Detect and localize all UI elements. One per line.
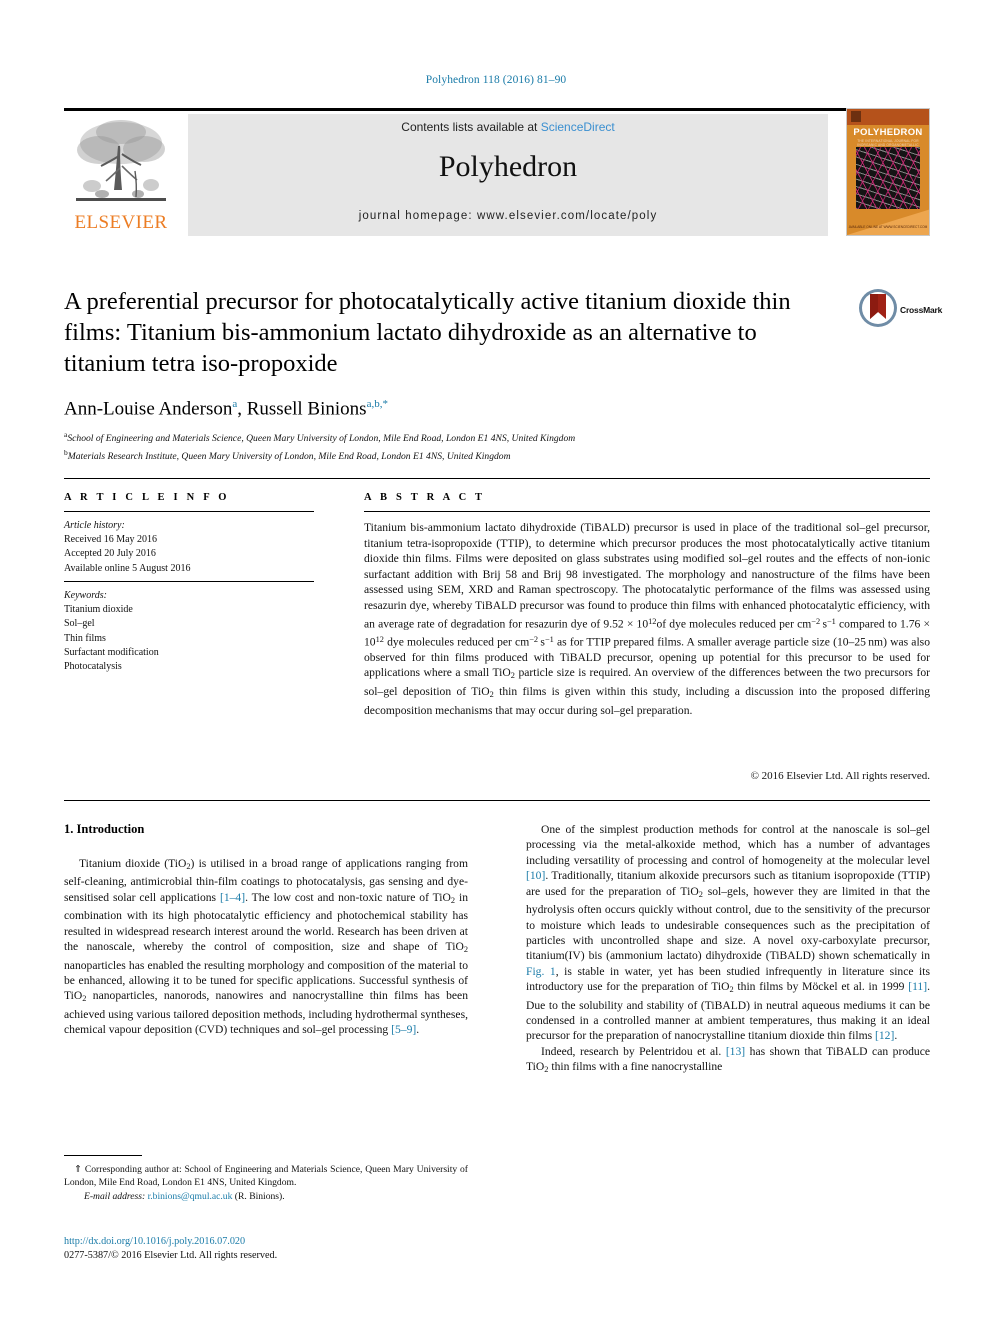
citation-link[interactable]: [1–4]: [220, 891, 245, 904]
abstract-heading-rule: [364, 511, 930, 512]
elsevier-wordmark: ELSEVIER: [74, 212, 168, 233]
email-link[interactable]: r.binions@qmul.ac.uk: [148, 1191, 233, 1202]
paragraph: Indeed, research by Pelentridou et al. […: [526, 1044, 930, 1075]
contents-line: Contents lists available at ScienceDirec…: [188, 120, 828, 134]
affiliation-a: aSchool of Engineering and Materials Sci…: [64, 428, 864, 446]
crossmark-label: CrossMark: [900, 305, 943, 315]
journal-homepage-link[interactable]: journal homepage: www.elsevier.com/locat…: [188, 210, 828, 222]
history-accepted: Accepted 20 July 2016: [64, 548, 156, 560]
banner-content: Contents lists available at ScienceDirec…: [188, 114, 828, 236]
crossmark-icon: [859, 289, 897, 327]
cover-footer-text: AVAILABLE ONLINE AT WWW.SCIENCEDIRECT.CO…: [848, 225, 928, 229]
cover-top-band: [847, 109, 929, 125]
author-name-1[interactable]: Ann-Louise Anderson: [64, 398, 232, 419]
keyword-item: Sol–gel: [64, 618, 95, 630]
affiliation-b: bMaterials Research Institute, Queen Mar…: [64, 446, 864, 464]
author-marks-2: a,b,*: [366, 398, 388, 410]
paragraph: One of the simplest production methods f…: [526, 823, 931, 1043]
article-history-label: Article history:: [64, 520, 125, 531]
crossmark-badge[interactable]: CrossMark: [858, 288, 942, 332]
citation-link[interactable]: [12]: [875, 1029, 894, 1042]
section-heading-introduction: 1. Introduction: [64, 822, 145, 836]
journal-article-page: Polyhedron 118 (2016) 81–90 ELSEVIER Con…: [0, 0, 992, 1323]
author-name-2[interactable]: Russell Binions: [247, 398, 367, 419]
keywords-top-rule: [64, 581, 314, 582]
elsevier-logo: ELSEVIER: [66, 116, 176, 234]
author-list: Ann-Louise Andersona, Russell Binionsa,b…: [64, 398, 844, 420]
info-block-bottom-rule: [64, 800, 930, 802]
citation-link[interactable]: [10]: [526, 869, 545, 882]
keywords-block: Keywords: Titanium dioxide Sol–gel Thin …: [64, 589, 314, 674]
citation-link[interactable]: [5–9]: [391, 1023, 416, 1036]
email-label: E-mail address:: [84, 1190, 146, 1202]
page-title: A preferential precursor for photocataly…: [64, 288, 791, 377]
footnote-block: ⇑ Corresponding author at: School of Eng…: [64, 1163, 468, 1203]
info-block-top-rule: [64, 478, 930, 480]
author-separator: ,: [237, 398, 247, 420]
journal-title: Polyhedron: [438, 150, 578, 183]
citation-link[interactable]: [13]: [726, 1045, 745, 1058]
cover-artwork: [856, 147, 920, 209]
sciencedirect-link[interactable]: ScienceDirect: [541, 120, 615, 134]
info-heading-rule: [64, 511, 314, 512]
body-column-left: Titanium dioxide (TiO2) is utilised in a…: [64, 856, 468, 1038]
journal-cover-thumbnail[interactable]: POLYHEDRON THE INTERNATIONAL JOURNAL FOR…: [846, 108, 930, 236]
footnote-rule: [64, 1155, 142, 1157]
elsevier-tree-icon: [76, 120, 166, 201]
abstract-heading: A B S T R A C T: [364, 492, 486, 503]
email-line: E-mail address: r.binions@qmul.ac.uk (R.…: [64, 1190, 468, 1203]
abstract-copyright: © 2016 Elsevier Ltd. All rights reserved…: [750, 770, 930, 782]
doi-link[interactable]: http://dx.doi.org/10.1016/j.poly.2016.07…: [64, 1235, 468, 1249]
keywords-label: Keywords:: [64, 590, 107, 601]
banner-top-rule: [64, 108, 930, 111]
history-received: Received 16 May 2016: [64, 534, 158, 546]
keyword-item: Surfactant modification: [64, 646, 159, 658]
cover-title: POLYHEDRON: [853, 127, 923, 138]
citation-link[interactable]: [11]: [908, 980, 927, 993]
paragraph: Titanium dioxide (TiO2) is utilised in a…: [64, 857, 468, 1037]
figure-link[interactable]: Fig. 1: [526, 965, 556, 978]
journal-banner: ELSEVIER Contents lists available at Sci…: [64, 108, 930, 236]
affiliations: aSchool of Engineering and Materials Sci…: [64, 428, 864, 463]
keyword-item: Photocatalysis: [64, 661, 122, 673]
body-column-right: One of the simplest production methods f…: [526, 822, 930, 1078]
affiliation-text-a: School of Engineering and Materials Scie…: [67, 433, 576, 445]
abstract-text: Titanium bis-ammonium lactato dihydroxid…: [364, 521, 930, 717]
keyword-item: Titanium dioxide: [64, 604, 133, 616]
contents-prefix: Contents lists available at: [401, 120, 541, 134]
article-history: Article history: Received 16 May 2016 Ac…: [64, 519, 314, 576]
history-available-online: Available online 5 August 2016: [64, 562, 191, 574]
running-head: Polyhedron 118 (2016) 81–90: [425, 74, 567, 86]
cover-wedge: [847, 209, 929, 235]
email-owner: (R. Binions).: [234, 1190, 285, 1202]
corresponding-author-note: ⇑ Corresponding author at: School of Eng…: [64, 1164, 468, 1189]
cover-elsevier-icon: [851, 111, 861, 122]
issn-copyright-line: 0277-5387/© 2016 Elsevier Ltd. All right…: [64, 1249, 278, 1261]
doi-block: http://dx.doi.org/10.1016/j.poly.2016.07…: [64, 1235, 468, 1262]
keyword-item: Thin films: [64, 632, 106, 644]
article-info-heading: A R T I C L E I N F O: [64, 492, 230, 503]
affiliation-text-b: Materials Research Institute, Queen Mary…: [67, 450, 511, 462]
